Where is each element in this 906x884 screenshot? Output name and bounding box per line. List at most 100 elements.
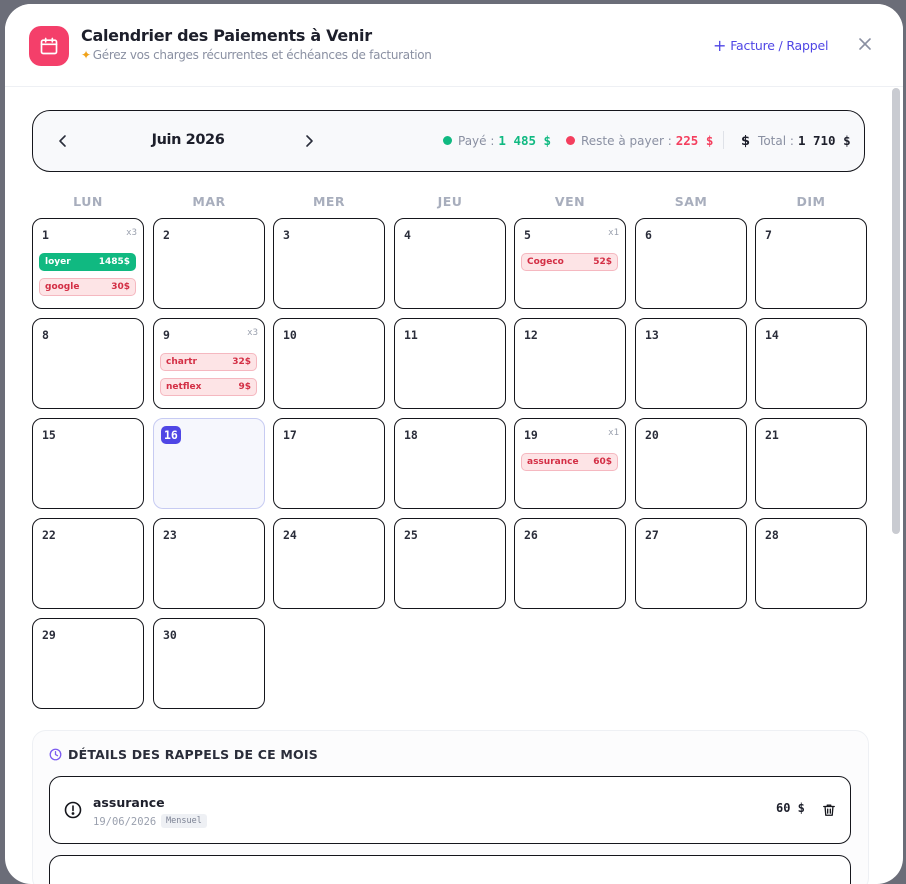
day-number: 21 <box>765 428 779 442</box>
modal-header: Calendrier des Paiements à Venir ✦ Gérez … <box>5 4 903 87</box>
payment-chip-name: chartr <box>166 357 197 367</box>
payment-chip-name: assurance <box>527 457 579 467</box>
day-cell[interactable]: 17 <box>273 418 385 509</box>
reminder-item[interactable]: assurance 19/06/2026 Mensuel 60 $ <box>49 776 851 844</box>
current-month-label: Juin 2026 <box>151 132 225 148</box>
day-cell[interactable]: 10 <box>273 318 385 409</box>
day-cell[interactable]: 9 x3 chartr 32$ netflex 9$ <box>153 318 265 409</box>
paid-dot-icon <box>443 136 452 145</box>
close-icon[interactable] <box>857 36 873 52</box>
day-cell[interactable]: 27 <box>635 518 747 609</box>
payment-chip[interactable]: netflex 9$ <box>160 378 257 396</box>
day-number: 11 <box>404 328 418 342</box>
day-number: 12 <box>524 328 538 342</box>
day-cell[interactable]: 11 <box>394 318 506 409</box>
day-cell[interactable]: 19 x1 assurance 60$ <box>514 418 626 509</box>
weekday-label: JEU <box>437 194 463 209</box>
day-number: 29 <box>42 628 56 642</box>
paid-stat: Payé :1 485 $ <box>443 133 551 148</box>
payment-chip-name: loyer <box>45 257 71 267</box>
remaining-dot-icon <box>566 136 575 145</box>
day-cell[interactable]: 15 <box>32 418 144 509</box>
reminder-date: 19/06/2026 <box>93 816 157 828</box>
day-payment-count: x1 <box>608 228 619 238</box>
chevron-left-icon[interactable] <box>55 133 71 149</box>
payment-chip[interactable]: chartr 32$ <box>160 353 257 371</box>
remaining-label: Reste à payer : <box>581 134 672 148</box>
day-cell[interactable]: 5 x1 Cogeco 52$ <box>514 218 626 309</box>
day-number: 19 <box>524 428 538 442</box>
plus-icon: + <box>713 36 727 55</box>
paid-label: Payé : <box>458 134 495 148</box>
day-cell[interactable]: 23 <box>153 518 265 609</box>
payment-chip-amount: 60$ <box>593 457 612 467</box>
day-cell[interactable]: 30 <box>153 618 265 709</box>
day-cell[interactable]: 28 <box>755 518 867 609</box>
day-number: 18 <box>404 428 418 442</box>
day-cell-today[interactable]: 16 <box>153 418 265 509</box>
day-number: 3 <box>283 228 290 242</box>
payment-chip-amount: 32$ <box>232 357 251 367</box>
page-subtitle: ✦ Gérez vos charges récurrentes et échéan… <box>81 48 432 62</box>
month-summary-bar: Juin 2026 Payé :1 485 $ Reste à payer :2… <box>32 110 865 172</box>
day-number: 27 <box>645 528 659 542</box>
day-cell[interactable]: 14 <box>755 318 867 409</box>
reminders-details-panel: DÉTAILS DES RAPPELS DE CE MOIS assurance… <box>32 730 869 884</box>
weekday-label: MER <box>312 194 346 209</box>
day-payment-count: x3 <box>247 328 258 338</box>
day-cell[interactable]: 7 <box>755 218 867 309</box>
day-cell[interactable]: 29 <box>32 618 144 709</box>
reminder-name: assurance <box>93 795 165 810</box>
day-number: 17 <box>283 428 297 442</box>
day-cell[interactable]: 12 <box>514 318 626 409</box>
day-cell[interactable]: 26 <box>514 518 626 609</box>
day-cell[interactable]: 25 <box>394 518 506 609</box>
day-cell[interactable]: 1 x3 loyer 1485$ google 30$ <box>32 218 144 309</box>
day-number: 14 <box>765 328 779 342</box>
payment-chip-name: google <box>45 282 80 292</box>
weekday-label: MAR <box>192 194 226 209</box>
day-number: 16 <box>161 426 181 444</box>
day-number: 22 <box>42 528 56 542</box>
day-cell[interactable]: 13 <box>635 318 747 409</box>
payment-chip[interactable]: google 30$ <box>39 278 136 296</box>
reminder-frequency-badge: Mensuel <box>161 814 207 828</box>
day-number: 9 <box>163 328 170 342</box>
day-number: 20 <box>645 428 659 442</box>
day-cell[interactable]: 24 <box>273 518 385 609</box>
day-number: 23 <box>163 528 177 542</box>
day-cell[interactable]: 6 <box>635 218 747 309</box>
day-number: 24 <box>283 528 297 542</box>
day-cell[interactable]: 22 <box>32 518 144 609</box>
details-title: DÉTAILS DES RAPPELS DE CE MOIS <box>49 747 318 764</box>
details-title-text: DÉTAILS DES RAPPELS DE CE MOIS <box>68 747 318 762</box>
weekday-label: SAM <box>674 194 708 209</box>
chevron-right-icon[interactable] <box>301 133 317 149</box>
reminder-amount: 60 $ <box>776 801 805 815</box>
day-cell[interactable]: 20 <box>635 418 747 509</box>
day-payment-count: x3 <box>126 228 137 238</box>
add-invoice-reminder-button[interactable]: + Facture / Rappel <box>713 36 828 55</box>
weekday-label: LUN <box>73 194 103 209</box>
scrollbar-thumb[interactable] <box>892 88 900 534</box>
day-cell[interactable]: 4 <box>394 218 506 309</box>
payment-chip-name: netflex <box>166 382 202 392</box>
reminder-item-partial[interactable] <box>49 855 851 884</box>
day-number: 28 <box>765 528 779 542</box>
sparkles-icon: ✦ <box>81 48 91 62</box>
payment-chip[interactable]: assurance 60$ <box>521 453 618 471</box>
alert-circle-icon <box>64 801 82 819</box>
payment-chip-amount: 52$ <box>593 257 612 267</box>
payment-chip[interactable]: loyer 1485$ <box>39 253 136 271</box>
day-number: 8 <box>42 328 49 342</box>
trash-icon[interactable] <box>822 802 836 816</box>
day-cell[interactable]: 8 <box>32 318 144 409</box>
day-number: 26 <box>524 528 538 542</box>
day-cell[interactable]: 21 <box>755 418 867 509</box>
day-cell[interactable]: 18 <box>394 418 506 509</box>
payment-chip[interactable]: Cogeco 52$ <box>521 253 618 271</box>
weekday-label: DIM <box>796 194 826 209</box>
day-cell[interactable]: 2 <box>153 218 265 309</box>
day-cell[interactable]: 3 <box>273 218 385 309</box>
day-number: 5 <box>524 228 531 242</box>
